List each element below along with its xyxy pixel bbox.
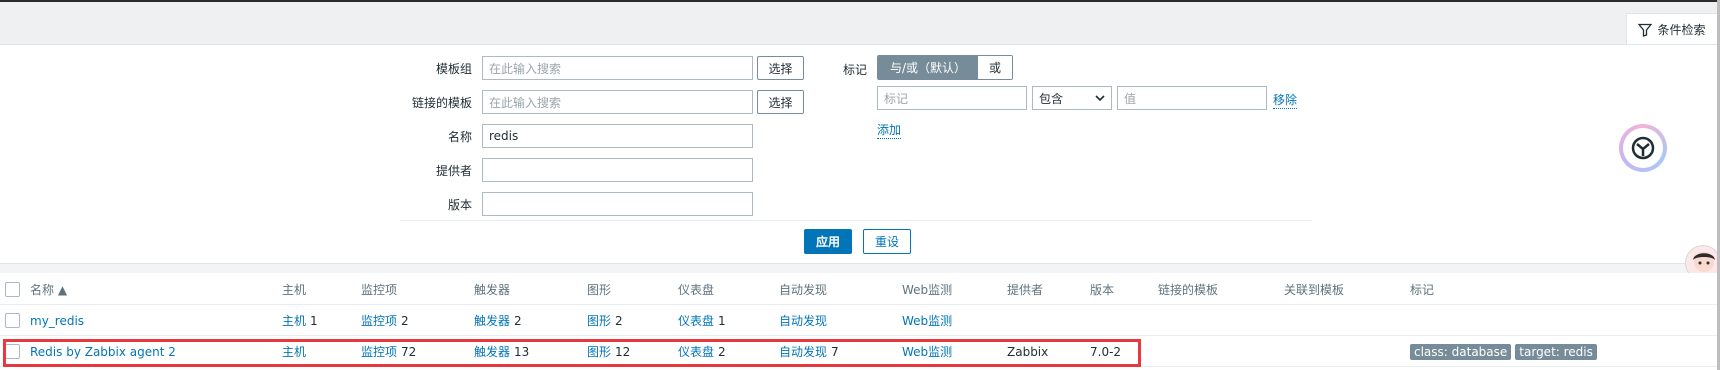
dashboards-count: 2 bbox=[718, 344, 726, 359]
apply-button[interactable]: 应用 bbox=[804, 229, 852, 254]
hosts-link[interactable]: 主机 bbox=[282, 312, 306, 329]
triggers-count: 2 bbox=[514, 313, 522, 328]
row-checkbox[interactable] bbox=[5, 313, 20, 328]
web-link[interactable]: Web监测 bbox=[902, 336, 952, 367]
filter-icon bbox=[1638, 23, 1653, 37]
template-name-link[interactable]: Redis by Zabbix agent 2 bbox=[30, 336, 176, 367]
dashboards-count: 1 bbox=[718, 313, 726, 328]
dashboards-link[interactable]: 仪表盘 bbox=[678, 312, 714, 329]
graphs-count: 2 bbox=[615, 313, 623, 328]
items-link[interactable]: 监控项 bbox=[361, 343, 397, 360]
top-bar bbox=[0, 0, 1720, 45]
name-input[interactable]: redis bbox=[482, 124, 753, 148]
col-header-name[interactable]: 名称 ▲ bbox=[30, 273, 67, 305]
triggers-link[interactable]: 触发器 bbox=[474, 343, 510, 360]
col-header-tags: 标记 bbox=[1410, 282, 1435, 297]
reset-button[interactable]: 重设 bbox=[863, 229, 911, 254]
template-name-link[interactable]: my_redis bbox=[30, 305, 84, 336]
assistant-widget-icon[interactable] bbox=[1619, 124, 1667, 172]
tag-operator-select[interactable]: 包含 bbox=[1032, 86, 1112, 110]
tag-badge[interactable]: target: redis bbox=[1515, 343, 1597, 360]
col-header-dashboards: 仪表盘 bbox=[678, 282, 715, 297]
col-header-linked-to: 关联到模板 bbox=[1284, 282, 1345, 297]
graphs-link[interactable]: 图形 bbox=[587, 312, 611, 329]
graphs-count: 12 bbox=[615, 344, 631, 359]
hosts-link[interactable]: 主机 bbox=[282, 343, 306, 360]
tag-add-link[interactable]: 添加 bbox=[877, 121, 902, 139]
table-row: my_redis 主机 1 监控项 2 触发器 2 图形 2 仪表盘 1 自动发现 Web… bbox=[0, 305, 1720, 336]
filter-divider bbox=[400, 220, 1312, 221]
discovery-link[interactable]: 自动发现 bbox=[779, 312, 827, 329]
row-checkbox[interactable] bbox=[5, 344, 20, 359]
col-header-vendor: 提供者 bbox=[1007, 282, 1044, 297]
filter-panel: 模板组 在此输入搜索 选择 链接的模板 在此输入搜索 选择 名称 redis 提… bbox=[0, 44, 1720, 264]
hosts-count: 1 bbox=[310, 313, 318, 328]
items-count: 72 bbox=[401, 344, 417, 359]
vendor-input[interactable] bbox=[482, 158, 753, 182]
tag-remove-link[interactable]: 移除 bbox=[1273, 91, 1298, 109]
vendor-cell: Zabbix bbox=[1007, 344, 1049, 359]
name-label: 名称 bbox=[447, 129, 472, 144]
discovery-count: 7 bbox=[831, 344, 839, 359]
tag-badge[interactable]: class: database bbox=[1410, 343, 1512, 360]
linked-templates-label: 链接的模板 bbox=[411, 95, 472, 110]
dashboards-link[interactable]: 仪表盘 bbox=[678, 343, 714, 360]
template-group-select-button[interactable]: 选择 bbox=[757, 56, 804, 80]
tag-name-input[interactable]: 标记 bbox=[877, 86, 1027, 110]
table-header-row: 名称 ▲ 主机 监控项 触发器 图形 仪表盘 自动发现 Web监测 提供者 版本… bbox=[0, 273, 1720, 305]
linked-templates-input[interactable]: 在此输入搜索 bbox=[482, 90, 753, 114]
col-header-graphs: 图形 bbox=[587, 282, 612, 297]
version-cell: 7.0-2 bbox=[1090, 344, 1122, 359]
template-group-label: 模板组 bbox=[435, 61, 472, 76]
tags-label: 标记 bbox=[843, 63, 868, 77]
template-group-input[interactable]: 在此输入搜索 bbox=[482, 56, 753, 80]
col-header-triggers: 触发器 bbox=[474, 282, 511, 297]
discovery-link[interactable]: 自动发现 bbox=[779, 343, 827, 360]
items-count: 2 bbox=[401, 313, 409, 328]
linked-templates-select-button[interactable]: 选择 bbox=[757, 90, 804, 114]
table-row: Redis by Zabbix agent 2 主机 监控项 72 触发器 13 图… bbox=[0, 336, 1720, 367]
triggers-count: 13 bbox=[514, 344, 530, 359]
tags-or-option[interactable]: 或 bbox=[977, 56, 1012, 79]
tags-and-or-option[interactable]: 与/或（默认） bbox=[878, 56, 977, 79]
version-input[interactable] bbox=[482, 192, 753, 216]
select-all-checkbox[interactable] bbox=[5, 282, 20, 297]
col-header-discovery: 自动发现 bbox=[779, 282, 828, 297]
items-link[interactable]: 监控项 bbox=[361, 312, 397, 329]
web-link[interactable]: Web监测 bbox=[902, 305, 952, 336]
col-header-items: 监控项 bbox=[361, 282, 398, 297]
templates-table: 名称 ▲ 主机 监控项 触发器 图形 仪表盘 自动发现 Web监测 提供者 版本… bbox=[0, 273, 1720, 370]
tag-operator-value: 包含 bbox=[1039, 91, 1064, 106]
col-header-version: 版本 bbox=[1090, 282, 1115, 297]
col-header-linked: 链接的模板 bbox=[1158, 282, 1219, 297]
version-label: 版本 bbox=[447, 197, 472, 212]
filter-tab-label: 条件检索 bbox=[1657, 23, 1706, 37]
col-header-web: Web监测 bbox=[902, 282, 953, 297]
graphs-link[interactable]: 图形 bbox=[587, 343, 611, 360]
filter-toggle-tab[interactable]: 条件检索 bbox=[1626, 13, 1718, 45]
col-header-hosts: 主机 bbox=[282, 282, 307, 297]
tag-value-input[interactable]: 值 bbox=[1117, 86, 1267, 110]
chevron-down-icon bbox=[1095, 95, 1105, 102]
triggers-link[interactable]: 触发器 bbox=[474, 312, 510, 329]
tags-cell: class: database target: redis bbox=[1410, 336, 1601, 367]
vendor-label: 提供者 bbox=[435, 163, 472, 178]
tags-operator-segment: 与/或（默认） 或 bbox=[877, 55, 1013, 80]
